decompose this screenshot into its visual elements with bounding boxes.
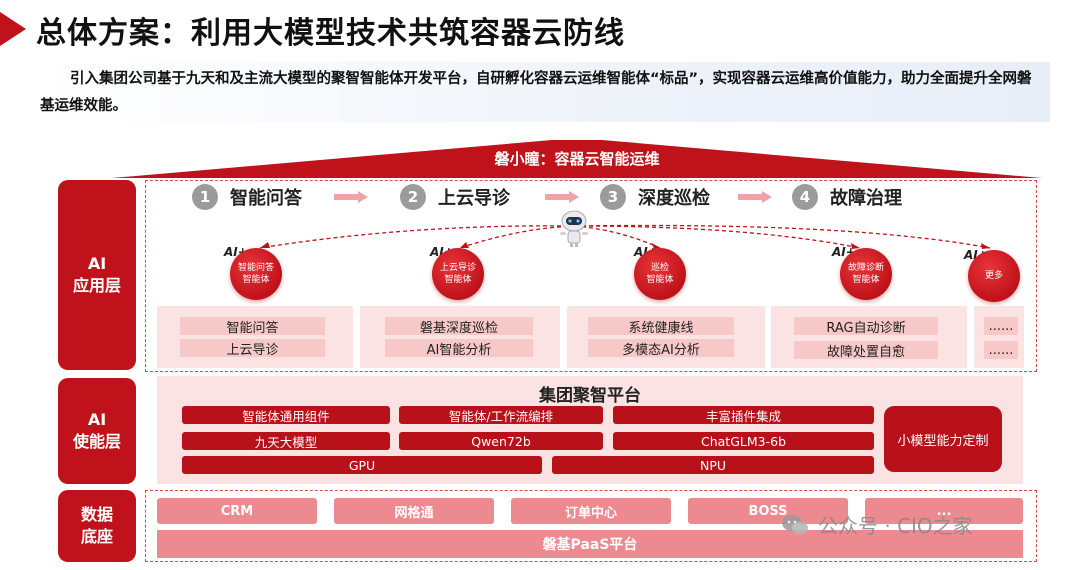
step-1: 1 智能问答 — [192, 183, 302, 211]
enable-item: Qwen72b — [399, 432, 603, 450]
title-arrow-icon — [0, 12, 26, 46]
step-label: 智能问答 — [230, 188, 302, 209]
app-item: 智能问答 — [180, 317, 325, 336]
wechat-icon — [782, 514, 808, 534]
layer-label-enable: AI 使能层 — [58, 378, 136, 484]
step-number: 3 — [600, 184, 626, 210]
agent-fault-diagnosis[interactable]: 故障诊断 智能体 — [840, 248, 892, 300]
enable-item: 智能体通用组件 — [182, 406, 390, 424]
agent-qa[interactable]: 智能问答 智能体 — [230, 248, 282, 300]
app-item: 系统健康线 — [588, 317, 734, 336]
connection-arcs — [259, 224, 991, 249]
app-item: RAG自动诊断 — [794, 317, 938, 336]
watermark-text: 公众号 · CIO之家 — [818, 514, 973, 538]
roof-label: 磐小瞳：容器云智能运维 — [494, 150, 660, 168]
page-title: 总体方案：利用大模型技术共筑容器云防线 — [36, 16, 625, 51]
app-panel-1 — [157, 306, 353, 368]
data-item-order: 订单中心 — [511, 498, 671, 524]
app-panel-2 — [360, 306, 560, 368]
app-item: ...... — [984, 341, 1018, 359]
enable-item: 丰富插件集成 — [613, 406, 874, 424]
step-2: 2 上云导诊 — [400, 183, 510, 211]
app-item: 上云导诊 — [180, 339, 325, 358]
arrow-right-icon — [738, 191, 772, 203]
data-item-grid: 网格通 — [334, 498, 494, 524]
step-label: 深度巡检 — [638, 188, 710, 209]
app-item: 故障处置自愈 — [794, 341, 938, 360]
agent-more[interactable]: 更多 — [968, 250, 1020, 302]
step-number: 4 — [792, 184, 818, 210]
step-label: 上云导诊 — [438, 188, 510, 209]
robot-icon — [560, 210, 588, 247]
step-label: 故障治理 — [830, 188, 902, 209]
enable-item: ChatGLM3-6b — [613, 432, 874, 450]
enable-item: 九天大模型 — [182, 432, 390, 450]
platform-title: 集团聚智平台 — [539, 386, 641, 406]
app-item: ...... — [984, 317, 1018, 335]
step-number: 2 — [400, 184, 426, 210]
arrow-right-icon — [545, 191, 579, 203]
data-item-crm: CRM — [157, 498, 317, 524]
agent-cloud-guide[interactable]: 上云导诊 智能体 — [432, 248, 484, 300]
enable-item: 智能体/工作流编排 — [399, 406, 603, 424]
app-item: 多模态AI分析 — [588, 339, 734, 358]
app-item: AI智能分析 — [385, 339, 533, 358]
enable-item-npu: NPU — [552, 456, 874, 474]
step-number: 1 — [192, 184, 218, 210]
agent-inspection[interactable]: 巡检 智能体 — [634, 248, 686, 300]
step-3: 3 深度巡检 — [600, 183, 710, 211]
arrow-right-icon — [334, 191, 368, 203]
app-item: 磐基深度巡检 — [385, 317, 533, 336]
app-panel-3 — [567, 306, 765, 368]
layer-label-app: AI 应用层 — [58, 180, 136, 370]
intro-text: 引入集团公司基于九天和及主流大模型的聚智智能体开发平台，自研孵化容器云运维智能体… — [40, 71, 1032, 114]
layer-label-data: 数据 底座 — [58, 490, 136, 562]
enable-item-gpu: GPU — [182, 456, 542, 474]
watermark: 公众号 · CIO之家 — [780, 510, 973, 539]
step-4: 4 故障治理 — [792, 183, 902, 211]
small-model-box: 小模型能力定制 — [884, 406, 1002, 472]
